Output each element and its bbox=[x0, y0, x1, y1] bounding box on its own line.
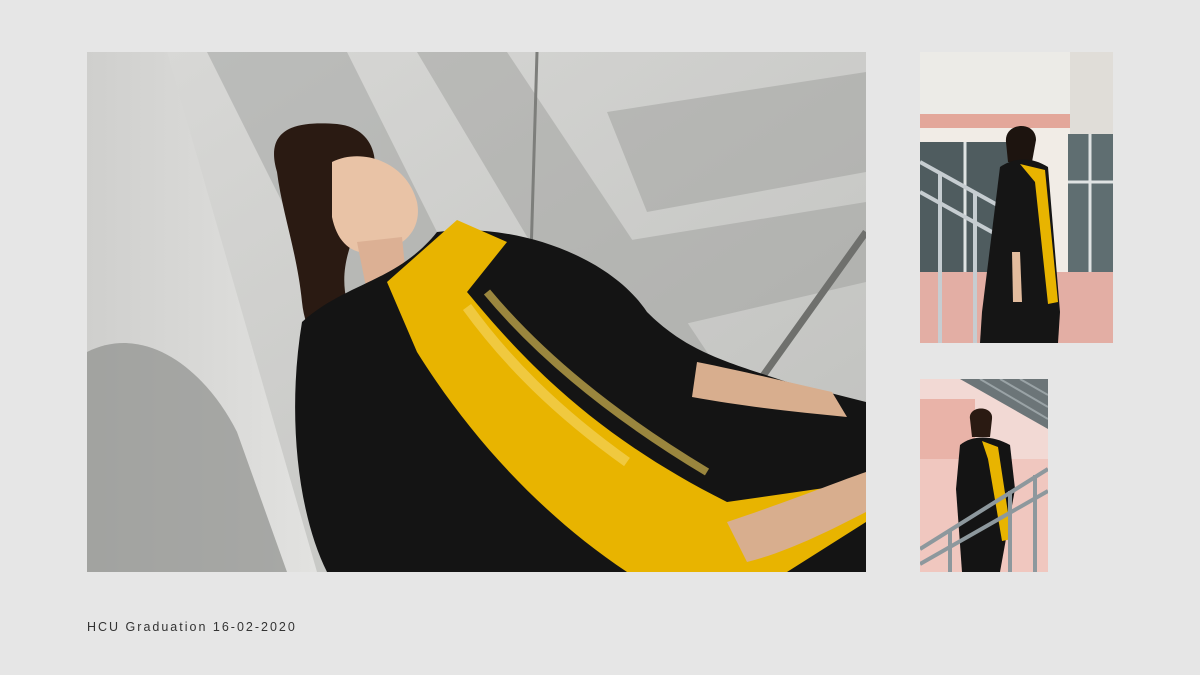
graduate-sitting-photo bbox=[87, 52, 866, 572]
photo-caption: HCU Graduation 16-02-2020 bbox=[87, 620, 297, 634]
graduate-standing-stairs-photo bbox=[920, 52, 1113, 343]
graduate-railing-photo bbox=[920, 379, 1048, 572]
